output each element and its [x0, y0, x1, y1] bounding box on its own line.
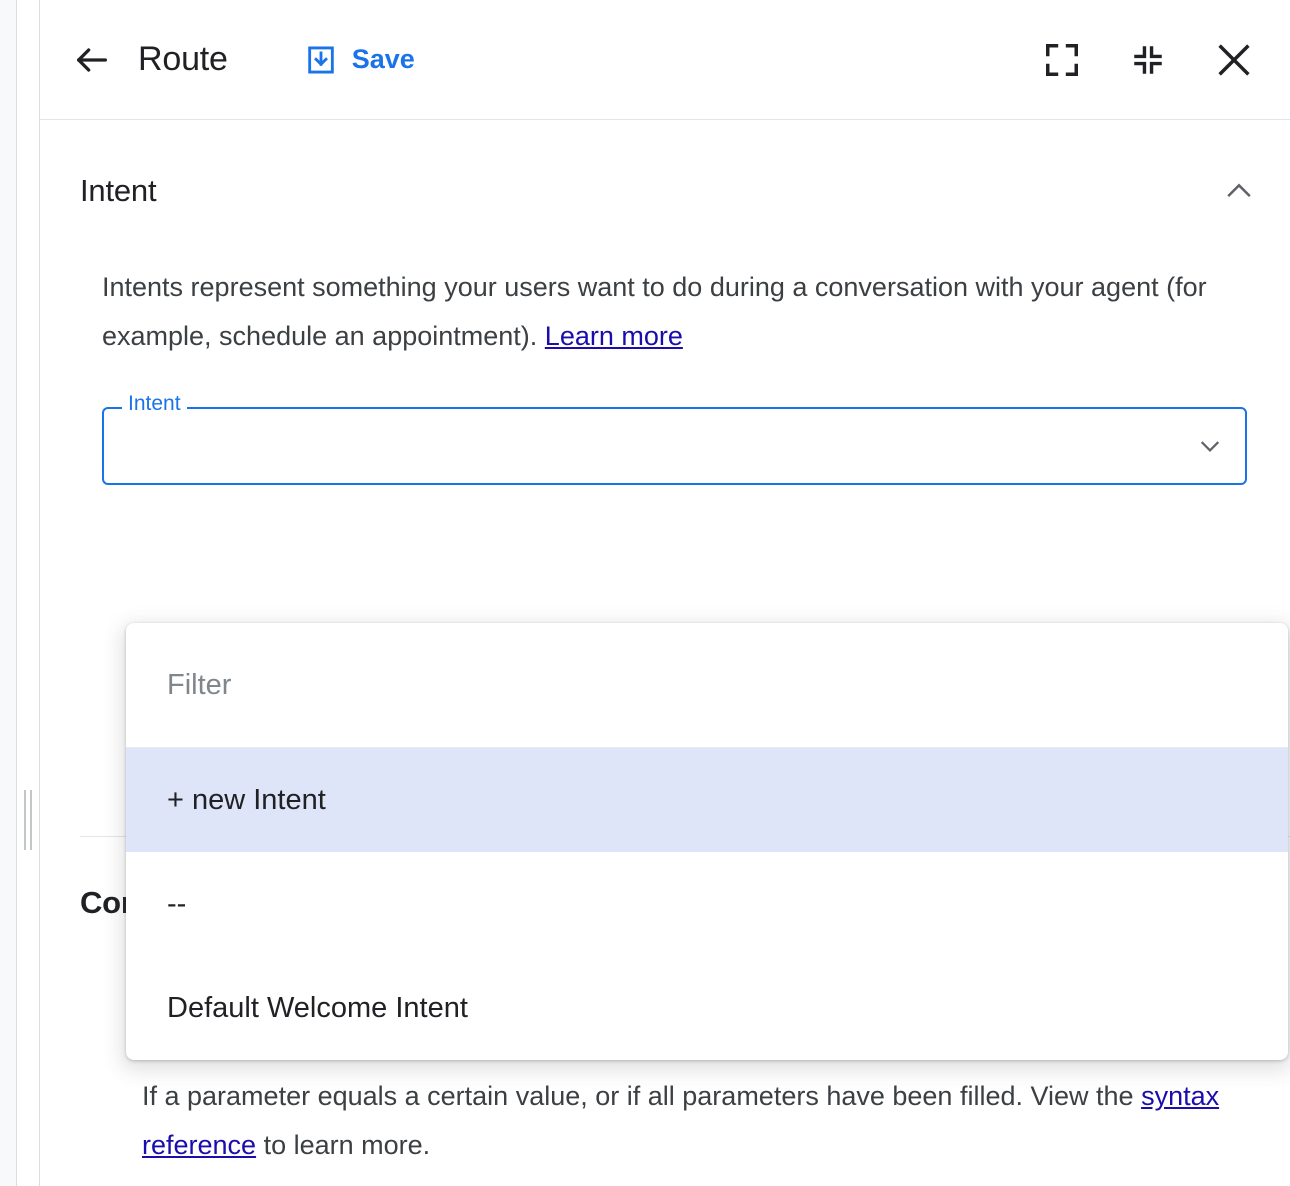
- intent-section-title: Intent: [80, 173, 156, 209]
- panel-gutter: [17, 0, 39, 1186]
- intent-section: Intent Intents represent something your …: [40, 120, 1290, 485]
- fullscreen-expand-icon[interactable]: [1034, 32, 1090, 88]
- route-panel-screen: Route Save: [0, 0, 1290, 1186]
- dropdown-option-label: Default Welcome Intent: [167, 992, 468, 1025]
- save-button[interactable]: Save: [292, 35, 427, 85]
- fullscreen-collapse-icon[interactable]: [1120, 32, 1176, 88]
- learn-more-link[interactable]: Learn more: [545, 321, 683, 351]
- dropdown-option-label: --: [167, 888, 186, 921]
- panel-body: Intent Intents represent something your …: [40, 120, 1290, 1186]
- intent-field-label: Intent: [122, 393, 187, 414]
- intent-section-description: Intents represent something your users w…: [102, 263, 1227, 361]
- arrow-left-icon[interactable]: [64, 32, 120, 88]
- close-icon[interactable]: [1206, 32, 1262, 88]
- dropdown-option-default-welcome-intent[interactable]: Default Welcome Intent: [126, 956, 1288, 1060]
- save-button-label: Save: [352, 44, 415, 75]
- canvas-strip: [0, 0, 16, 1186]
- chevron-down-icon[interactable]: [1195, 407, 1225, 485]
- route-side-panel: Route Save: [40, 0, 1290, 1186]
- intent-select-outline: [102, 407, 1247, 485]
- chevron-up-icon[interactable]: [1216, 168, 1262, 214]
- panel-resize-handle[interactable]: [22, 790, 34, 850]
- intent-select-field[interactable]: Intent: [102, 407, 1247, 485]
- save-icon: [304, 43, 338, 77]
- intent-section-header: Intent: [80, 120, 1262, 214]
- panel-header: Route Save: [40, 0, 1290, 120]
- resize-grip-line: [24, 790, 26, 850]
- dropdown-filter-row[interactable]: [126, 623, 1288, 748]
- condition-description-prefix: If a parameter equals a certain value, o…: [142, 1081, 1141, 1111]
- condition-section-description: If a parameter equals a certain value, o…: [142, 1072, 1267, 1170]
- resize-grip-line: [30, 790, 32, 850]
- dropdown-option-label: + new Intent: [167, 784, 326, 817]
- header-right-group: [1034, 32, 1262, 88]
- page-title: Route: [138, 40, 228, 79]
- dropdown-filter-input[interactable]: [167, 669, 1288, 702]
- dropdown-option-new-intent[interactable]: + new Intent: [126, 748, 1288, 852]
- header-left-group: Route Save: [64, 32, 427, 88]
- dropdown-option-none[interactable]: --: [126, 852, 1288, 956]
- intent-dropdown-panel: + new Intent -- Default Welcome Intent: [126, 623, 1288, 1060]
- condition-description-suffix: to learn more.: [256, 1130, 430, 1160]
